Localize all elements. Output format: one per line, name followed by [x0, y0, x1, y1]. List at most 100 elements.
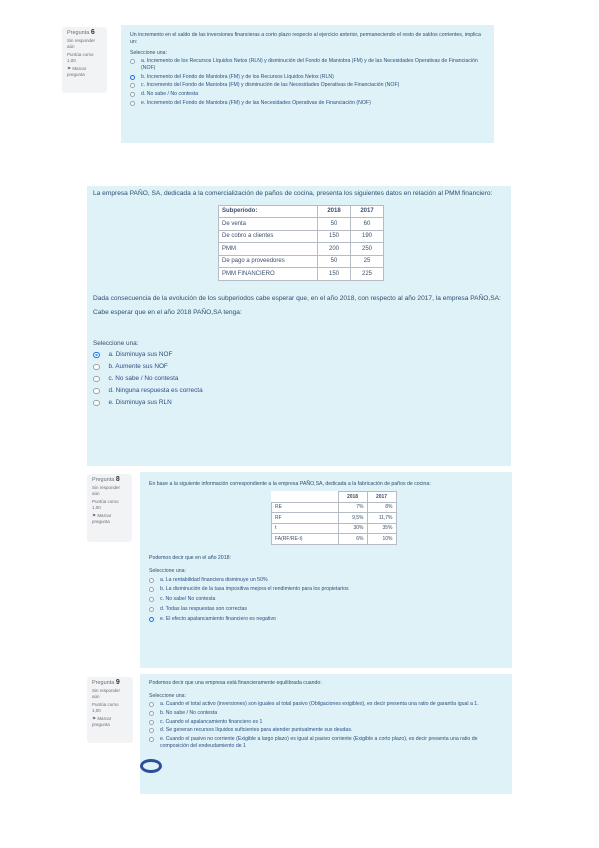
table-header: 2017: [366, 491, 397, 503]
option-a[interactable]: a. La rentabilidad financiera disminuye …: [149, 577, 503, 584]
flag-question-link[interactable]: ⚑ Marcar pregunta: [67, 66, 102, 78]
table-cell: 30%: [337, 522, 368, 534]
radio-button[interactable]: [93, 387, 100, 394]
table-cell: 150: [317, 229, 351, 243]
radio-button[interactable]: [130, 100, 135, 106]
table-header: Subperíodo:: [218, 204, 318, 218]
radio-button[interactable]: [149, 597, 154, 603]
option-d[interactable]: d. Se generan recursos líquidos suficien…: [149, 727, 503, 734]
option-label: c. No sabe/ No contesta: [160, 596, 216, 603]
option-e[interactable]: e. El efecto apalancamiento financiero e…: [149, 616, 503, 623]
option-c[interactable]: c. No sabe / No contesta: [93, 375, 505, 383]
table-cell: 6%: [337, 533, 368, 545]
option-e[interactable]: e. Cuando el pasivo no corriente (Exigib…: [149, 736, 503, 750]
option-label: a. Cuando el total activo (inversiones) …: [160, 701, 479, 707]
table-cell: De venta: [218, 217, 318, 231]
question-number: 9: [115, 679, 120, 686]
option-e[interactable]: e. Incremento del Fondo de Maniobra (FM)…: [130, 100, 485, 107]
question-text: Dada consecuencia de la evolución de los…: [93, 294, 501, 302]
table-header: [271, 491, 339, 503]
radio-button[interactable]: [130, 83, 135, 89]
radio-button[interactable]: [149, 728, 154, 734]
question-6-card: Un incremento en el saldo de las inversi…: [121, 25, 494, 143]
option-c[interactable]: c. No sabe/ No contesta: [149, 596, 503, 603]
radio-button[interactable]: [130, 92, 135, 98]
table-header: 2017: [350, 204, 384, 218]
radio-button[interactable]: [149, 577, 154, 583]
annotation-circle: [140, 759, 162, 773]
option-label: e. Disminuya sus RLN: [108, 398, 172, 406]
option-a[interactable]: a. Incremento de los Recursos Líquidos N…: [130, 58, 485, 72]
radio-button[interactable]: [93, 363, 100, 370]
option-d[interactable]: d. Todas las respuestas son correctas: [149, 606, 503, 613]
option-label: a. La rentabilidad financiera disminuye …: [160, 576, 268, 583]
table-header: 2018: [317, 204, 351, 218]
question-subtext: Podemos decir que en el año 2018:: [149, 554, 231, 561]
radio-button[interactable]: [149, 719, 154, 725]
table-row: RE 7% 8%: [271, 501, 397, 513]
radio-button[interactable]: [149, 587, 154, 593]
table-cell: 10%: [366, 533, 397, 545]
question-6-info: Pregunta 6 Sin responder aún Puntúa como…: [62, 27, 107, 93]
radio-button[interactable]: [149, 737, 154, 743]
option-c[interactable]: c. Incremento del Fondo de Maniobra (FM)…: [130, 82, 485, 89]
option-d[interactable]: d. No sabe / No contesta: [130, 91, 485, 98]
flag-question-link[interactable]: ⚑ Marcar pregunta: [92, 716, 128, 728]
table-cell: 225: [350, 267, 384, 281]
table-cell: RF: [271, 512, 339, 524]
option-b[interactable]: b. La disminución de la tasa impositiva …: [149, 586, 503, 593]
radio-button-selected[interactable]: [130, 74, 135, 80]
option-label: a. Disminuya sus NOF: [108, 350, 173, 358]
table-cell: 25: [350, 254, 384, 268]
question-number: 8: [115, 476, 120, 483]
table-row: PMM FINANCIERO 150 225: [218, 267, 384, 281]
option-a[interactable]: a. Cuando el total activo (inversiones) …: [149, 701, 503, 708]
radio-button-selected[interactable]: [93, 351, 100, 358]
option-label: c. Incremento del Fondo de Maniobra (FM)…: [141, 82, 400, 89]
table-header-row: 2018 2017: [271, 491, 397, 503]
question-label: Pregunta: [92, 477, 115, 483]
option-label: b. No sabe / No contesta: [160, 709, 218, 716]
table-cell: 150: [317, 267, 351, 281]
option-b[interactable]: b. Aumente sus NOF: [93, 363, 505, 371]
table-cell: 7%: [337, 501, 368, 513]
option-label: a. Incremento de los Recursos Líquidos N…: [141, 58, 478, 71]
question-label: Pregunta: [92, 680, 115, 686]
radio-button[interactable]: [130, 59, 135, 64]
select-one-label: Seleccione una:: [149, 567, 186, 574]
question-number: 6: [90, 29, 95, 36]
option-label: b. La disminución de la tasa impositiva …: [160, 586, 349, 593]
radio-button-selected[interactable]: [149, 616, 154, 622]
radio-button[interactable]: [149, 710, 154, 716]
select-one-label: Seleccione una:: [93, 339, 139, 347]
option-label: e. Cuando el pasivo no corriente (Exigib…: [160, 736, 478, 749]
table-row: De venta 50 60: [218, 217, 384, 231]
table-row: RF 9,5% 11,7%: [271, 512, 397, 524]
radio-button[interactable]: [149, 702, 154, 707]
option-b[interactable]: b. Incremento del Fondo de Maniobra (FM)…: [130, 74, 485, 81]
option-d[interactable]: d. Ninguna respuesta es correcta: [93, 387, 505, 395]
question-subtext: Cabe esperar que en el año 2018 PAÑO,SA …: [93, 309, 242, 316]
option-label: e. Incremento del Fondo de Maniobra (FM)…: [141, 99, 371, 106]
table-header-row: Subperíodo: 2018 2017: [218, 204, 384, 218]
table-row: De cobro a clientes 150 190: [218, 229, 384, 243]
profitability-table: 2018 2017 RE 7% 8% RF 9,5% 11,7% t 30% 35% FA(…: [271, 491, 397, 545]
option-e[interactable]: e. Disminuya sus RLN: [93, 399, 505, 407]
flag-question-link[interactable]: ⚑ Marcar pregunta: [92, 513, 127, 525]
option-b[interactable]: b. No sabe / No contesta: [149, 710, 503, 717]
question-text: En base a la siguiente información corre…: [149, 481, 431, 487]
option-a[interactable]: a. Disminuya sus NOF: [93, 351, 505, 359]
question-intro: La empresa PAÑO, SA, dedicada a la comer…: [93, 190, 493, 197]
question-9-info: Pregunta 9 Sin responder aún Puntúa como…: [87, 677, 133, 743]
flag-icon: ⚑: [92, 513, 97, 518]
radio-button[interactable]: [149, 606, 154, 612]
option-label: e. El efecto apalancamiento financiero e…: [160, 615, 276, 622]
option-c[interactable]: c. Cuando el apalancamiento financiero e…: [149, 719, 503, 726]
radio-button[interactable]: [93, 399, 100, 406]
table-cell: t: [271, 522, 339, 534]
table-cell: 50: [317, 254, 351, 268]
option-label: b. Aumente sus NOF: [108, 362, 168, 370]
radio-button[interactable]: [93, 375, 100, 382]
question-label: Pregunta: [67, 30, 90, 36]
question-score: Puntúa como 1,00: [67, 52, 94, 63]
